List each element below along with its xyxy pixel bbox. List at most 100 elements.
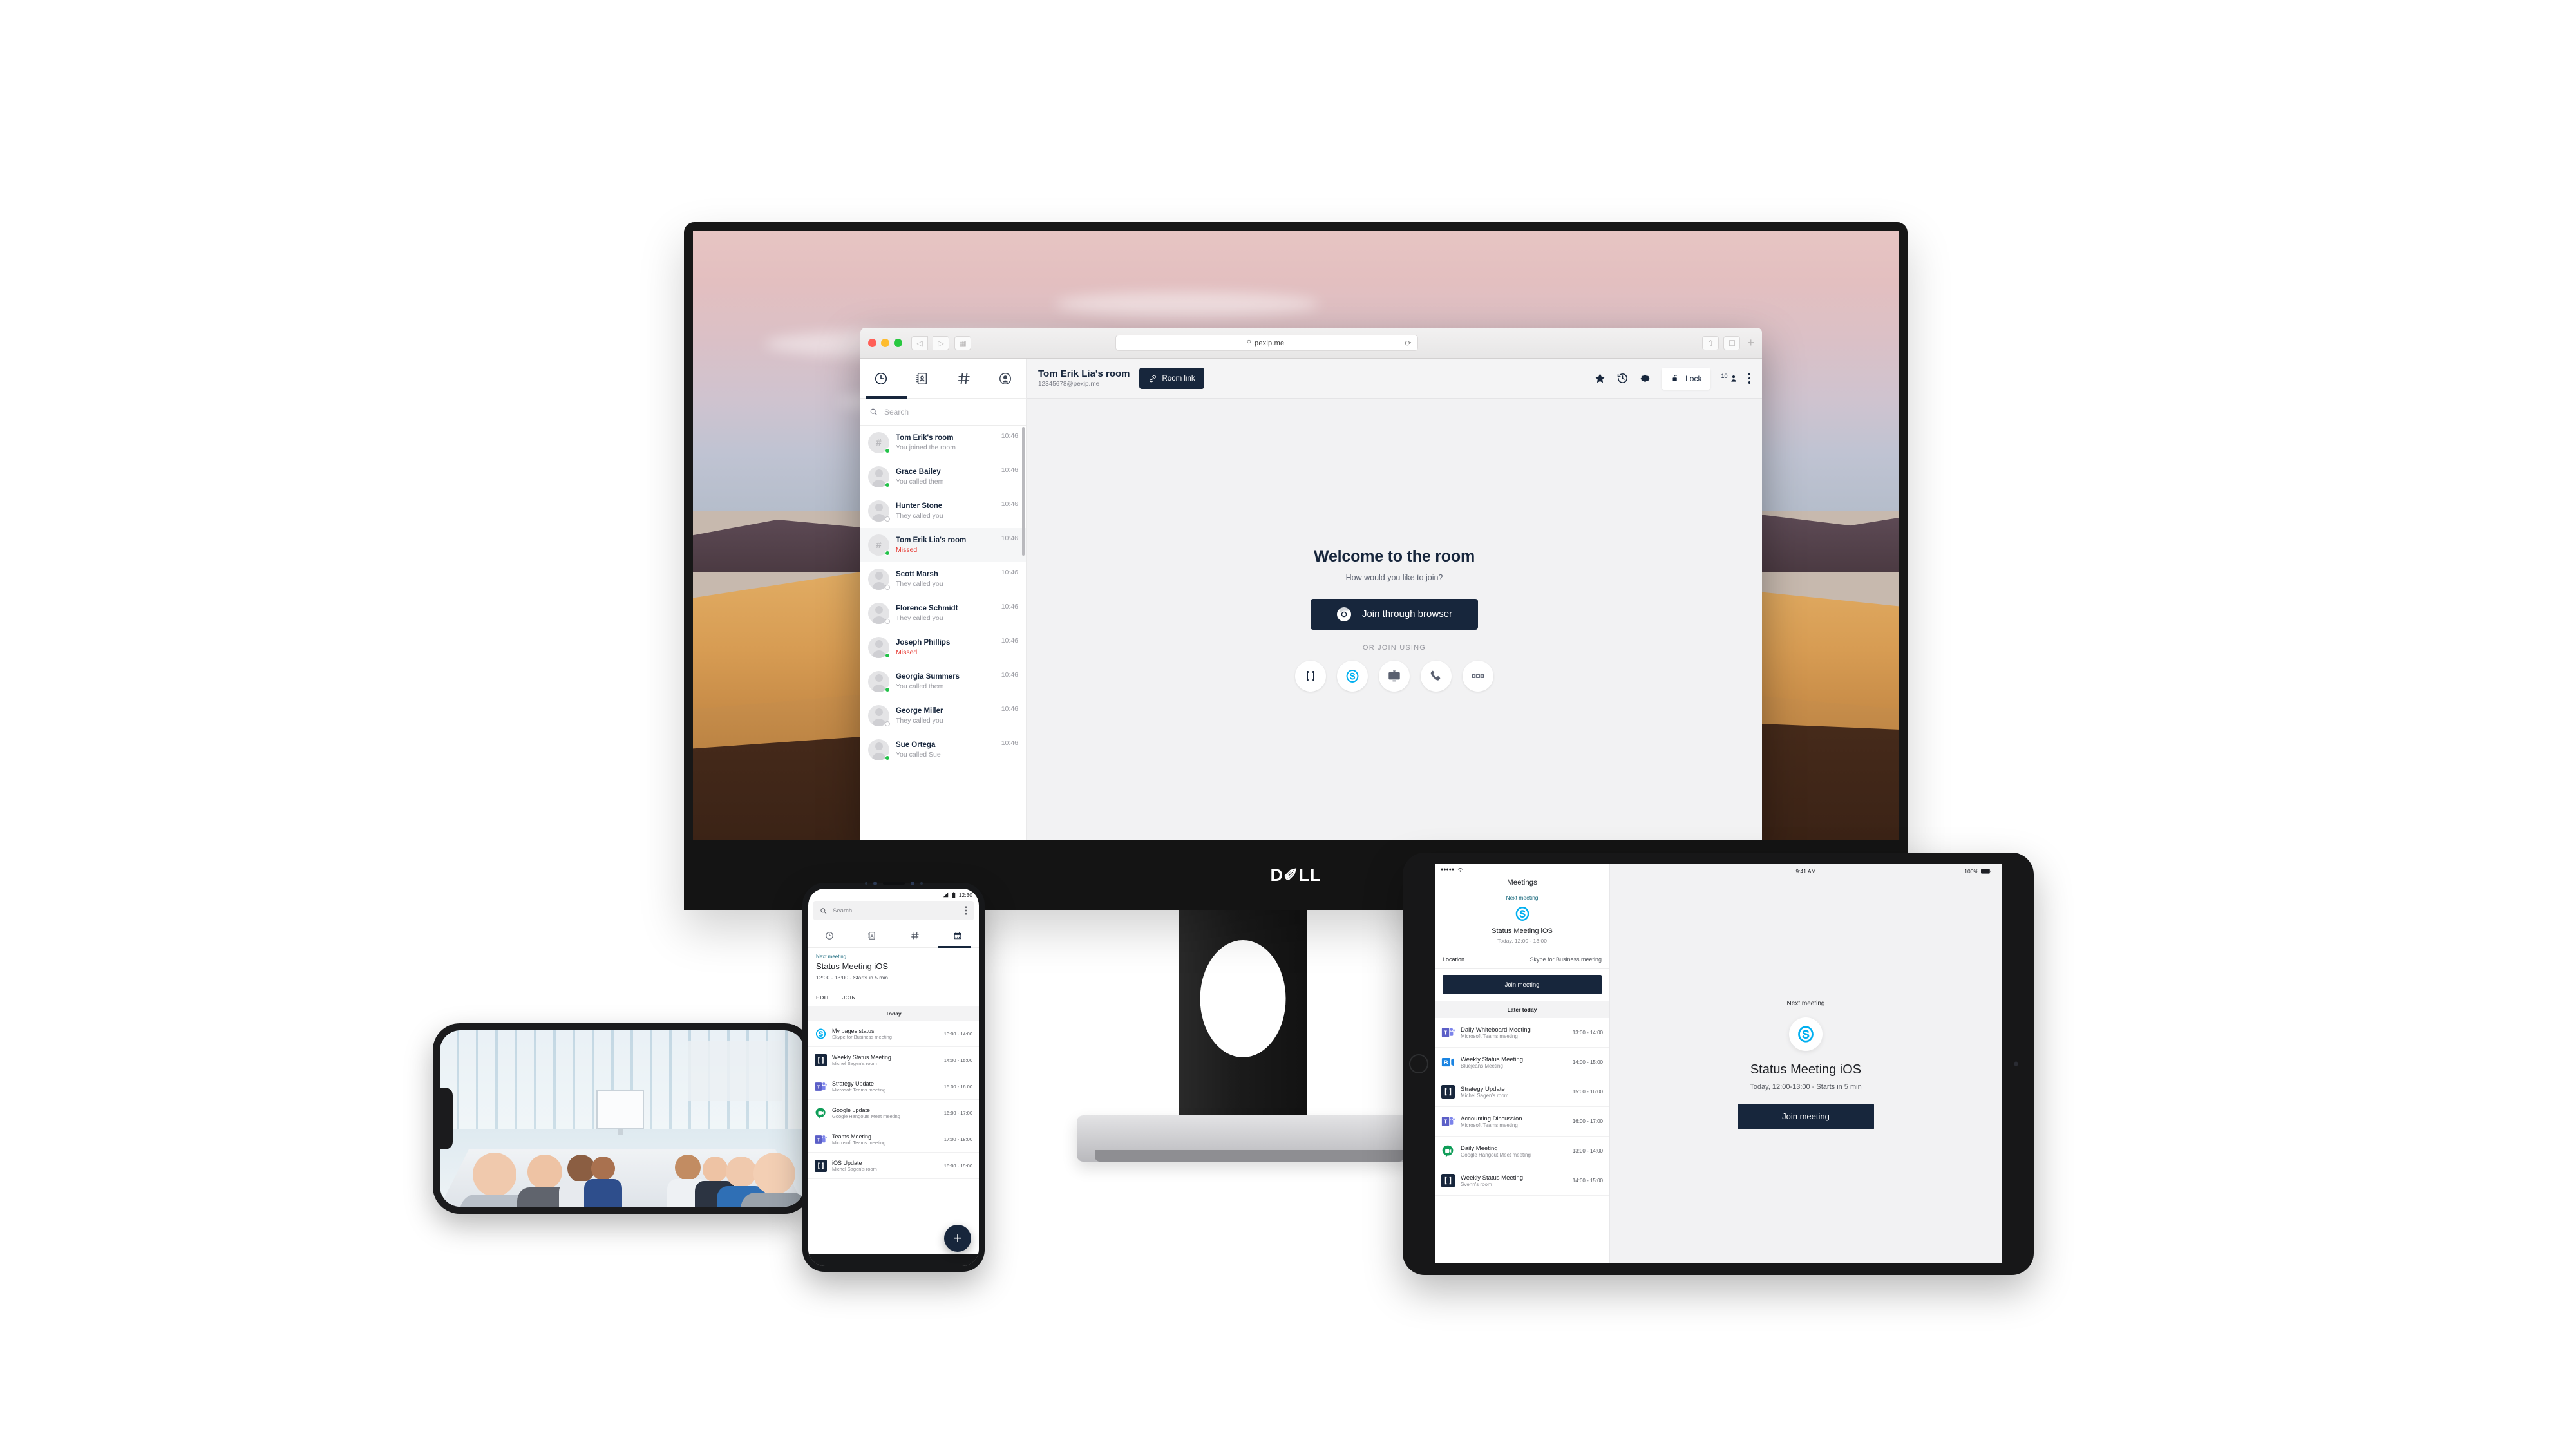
- call-name: Georgia Summers: [896, 673, 960, 681]
- call-history-row[interactable]: Sue Ortega You called Sue 10:46: [860, 733, 1026, 767]
- android-search-bar[interactable]: Search: [813, 901, 974, 920]
- list-scrollbar[interactable]: [1022, 427, 1025, 556]
- address-bar[interactable]: ⚲ pexip.me ⟳: [1115, 335, 1419, 351]
- tabs-icon[interactable]: ☐: [1723, 335, 1741, 350]
- marketing-device-showcase: ◁ ▷ ▦ ⚲ pexip.me ⟳ ⇧ ☐ + Search # Tom Er…: [0, 0, 2576, 1445]
- meeting-title: Weekly Status Meeting: [832, 1053, 891, 1061]
- share-icon[interactable]: ⇧: [1702, 335, 1719, 350]
- meeting-list-item[interactable]: T Daily Whiteboard Meeting Microsoft Teams…: [1435, 1018, 1609, 1048]
- meeting-list-item[interactable]: Weekly Status Meeting Michel Sagen's room…: [808, 1047, 979, 1073]
- kebab-menu-icon[interactable]: [1748, 373, 1750, 384]
- participants-indicator[interactable]: 10: [1721, 373, 1738, 383]
- android-tab-contacts[interactable]: [867, 931, 876, 940]
- desktop-client-icon[interactable]: [1379, 660, 1410, 692]
- call-history-row[interactable]: Grace Bailey You called them 10:46: [860, 460, 1026, 494]
- meeting-list-item[interactable]: Google update Google Hangouts Meet meetin…: [808, 1100, 979, 1126]
- meeting-list-item[interactable]: My pages status Skype for Business meetin…: [808, 1021, 979, 1047]
- meeting-list-item[interactable]: Daily Meeting Google Hangout Meet meeting…: [1435, 1137, 1609, 1166]
- android-tab-rooms[interactable]: [911, 931, 920, 940]
- reload-icon[interactable]: ⟳: [1405, 339, 1411, 348]
- call-history-row[interactable]: Joseph Phillips Missed 10:46: [860, 630, 1026, 665]
- call-name: Tom Erik's room: [896, 434, 954, 442]
- ipad-join-meeting-button-right[interactable]: Join meeting: [1738, 1103, 1874, 1129]
- window-traffic-lights[interactable]: [868, 339, 906, 347]
- meeting-list-item[interactable]: T Accounting Discussion Microsoft Teams me…: [1435, 1107, 1609, 1137]
- ipad-home-button[interactable]: [1409, 1054, 1428, 1073]
- meeting-list-item[interactable]: Weekly Status Meeting Svenn's room 14:00 -…: [1435, 1166, 1609, 1196]
- meeting-list-item[interactable]: B Weekly Status Meeting Bluejeans Meeting 1…: [1435, 1048, 1609, 1077]
- tab-contacts[interactable]: [907, 363, 938, 394]
- android-tab-recents[interactable]: [825, 931, 834, 940]
- android-join-button[interactable]: JOIN: [842, 994, 856, 1001]
- android-next-meeting-card[interactable]: Next meeting Status Meeting iOS 12:00 - …: [808, 948, 979, 988]
- ipad-meeting-list[interactable]: T Daily Whiteboard Meeting Microsoft Teams…: [1435, 1018, 1609, 1196]
- sidebar-toggle-button[interactable]: ▦: [954, 335, 971, 350]
- presence-dot: [885, 551, 890, 556]
- meeting-title: My pages status: [832, 1027, 875, 1034]
- avatar: [868, 500, 890, 522]
- skype-for-business-icon[interactable]: [1337, 660, 1368, 692]
- meeting-subtitle: Microsoft Teams meeting: [1461, 1033, 1518, 1039]
- presence-dot: [885, 619, 890, 624]
- monitor-stand-base-lip: [1095, 1150, 1404, 1162]
- phone-icon[interactable]: [1421, 660, 1452, 692]
- gear-icon[interactable]: [1639, 372, 1651, 384]
- call-history-row[interactable]: Hunter Stone They called you 10:46: [860, 494, 1026, 528]
- call-history-row[interactable]: # Tom Erik Lia's room Missed 10:46: [860, 528, 1026, 562]
- android-next-meeting-title: Status Meeting iOS: [816, 961, 888, 971]
- new-tab-button[interactable]: +: [1745, 336, 1754, 350]
- android-add-meeting-fab[interactable]: +: [944, 1225, 971, 1252]
- android-tab-calendar[interactable]: [953, 931, 962, 940]
- ipad-detail-meeting-time: Today, 12:00-13:00 - Starts in 5 min: [1750, 1082, 1862, 1091]
- meeting-list-item[interactable]: Strategy Update Michel Sagen's room 15:00 …: [1435, 1077, 1609, 1107]
- join-through-browser-button[interactable]: Join through browser: [1310, 598, 1479, 630]
- more-options-icon[interactable]: [1463, 660, 1493, 692]
- lock-button[interactable]: Lock: [1662, 367, 1711, 390]
- android-search-placeholder: Search: [833, 907, 853, 914]
- kebab-menu-icon[interactable]: [965, 906, 967, 915]
- meeting-time: 15:00 - 16:00: [943, 1083, 972, 1090]
- sidebar-tabs: [860, 359, 1026, 399]
- call-history-row[interactable]: # Tom Erik's room You joined the room 10:46: [860, 426, 1026, 460]
- meeting-list-item[interactable]: T Strategy Update Microsoft Teams meeting 1…: [808, 1073, 979, 1100]
- maximize-window-button[interactable]: [894, 339, 902, 347]
- call-history-row[interactable]: Scott Marsh They called you 10:46: [860, 562, 1026, 596]
- welcome-title: Welcome to the room: [1314, 547, 1475, 565]
- call-time: 10:46: [1001, 500, 1018, 508]
- skype-for-business-icon: [1798, 1025, 1814, 1043]
- iphone-notch: [440, 1088, 453, 1149]
- dell-logo: D✐LL: [1270, 865, 1321, 885]
- minimize-window-button[interactable]: [881, 339, 889, 347]
- tab-recents[interactable]: [866, 363, 896, 394]
- android-edit-button[interactable]: EDIT: [816, 994, 829, 1001]
- meeting-title: Strategy Update: [832, 1080, 875, 1087]
- close-window-button[interactable]: [868, 339, 876, 347]
- history-icon[interactable]: [1616, 372, 1629, 384]
- call-time: 10:46: [1001, 637, 1018, 645]
- call-history-row[interactable]: George Miller They called you 10:46: [860, 699, 1026, 733]
- room-link-button[interactable]: Room link: [1139, 368, 1204, 389]
- meeting-list-item[interactable]: T Teams Meeting Microsoft Teams meeting 17:…: [808, 1126, 979, 1153]
- back-button[interactable]: ◁: [911, 335, 928, 350]
- tab-rooms[interactable]: [949, 363, 980, 394]
- star-icon[interactable]: [1594, 372, 1606, 384]
- avatar: [868, 637, 890, 658]
- sidebar-search[interactable]: Search: [860, 399, 1026, 426]
- pexip-app-icon[interactable]: [1295, 660, 1326, 692]
- call-history-row[interactable]: Florence Schmidt They called you 10:46: [860, 596, 1026, 630]
- android-card-actions: EDIT JOIN: [808, 988, 979, 1006]
- call-time: 10:46: [1001, 671, 1018, 679]
- meeting-subtitle: Microsoft Teams meeting: [832, 1139, 886, 1146]
- meeting-time: 15:00 - 16:00: [1572, 1089, 1603, 1095]
- android-meeting-list[interactable]: My pages status Skype for Business meetin…: [808, 1021, 979, 1179]
- ipad-join-meeting-button-left[interactable]: Join meeting: [1443, 975, 1602, 994]
- forward-button[interactable]: ▷: [933, 335, 949, 350]
- meeting-list-item[interactable]: iOS Update Michel Sagen's room 18:00 - 19:…: [808, 1153, 979, 1179]
- call-history-list[interactable]: # Tom Erik's room You joined the room 10:46…: [860, 426, 1026, 840]
- tab-profile[interactable]: [990, 363, 1021, 394]
- call-history-row[interactable]: Georgia Summers You called them 10:46: [860, 665, 1026, 699]
- call-time: 10:46: [1001, 534, 1018, 542]
- join-options: [1295, 660, 1493, 692]
- call-name: Grace Bailey: [896, 468, 941, 476]
- android-status-bar: 12:30: [808, 889, 979, 901]
